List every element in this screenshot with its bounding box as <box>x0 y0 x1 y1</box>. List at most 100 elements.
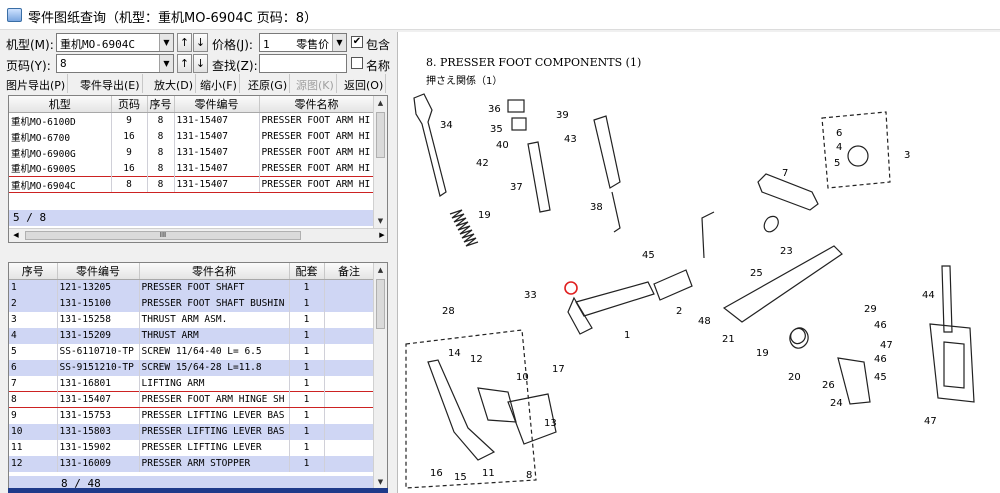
callout-13b[interactable]: 13 <box>544 418 557 429</box>
callout-31[interactable]: 34 <box>440 120 453 131</box>
table-row[interactable]: 11 131-15902 PRESSER LIFTING LEVER 1 <box>9 439 375 456</box>
table-row[interactable]: 重机MO-6900G 9 8 131-15407 PRESSER FOOT ARM HI <box>9 144 375 161</box>
callout-17[interactable]: 17 <box>552 364 565 375</box>
table-row[interactable]: 10 131-15803 PRESSER LIFTING LEVER BAS 1 <box>9 423 375 440</box>
zoom-in-button[interactable]: 放大(D) <box>150 74 197 93</box>
callout-12[interactable]: 12 <box>470 354 483 365</box>
callout-45-label[interactable]: 45 <box>874 372 887 383</box>
callout-4[interactable]: 4 <box>836 142 842 153</box>
model-prev-button[interactable]: ↑ <box>177 33 192 52</box>
callout-1[interactable]: 1 <box>624 330 630 341</box>
table-row[interactable]: 3 131-15258 THRUST ARM ASM. 1 <box>9 311 375 328</box>
chevron-down-icon[interactable]: ▼ <box>159 34 173 51</box>
scroll-thumb[interactable] <box>376 112 385 158</box>
column-header[interactable]: 配套 <box>289 263 325 280</box>
column-header[interactable]: 零件编号 <box>174 96 260 113</box>
table-row[interactable]: 7 131-16801 LIFTING ARM 1 <box>9 375 375 392</box>
callout-20[interactable]: 20 <box>788 372 801 383</box>
scroll-down-icon[interactable]: ▼ <box>374 214 387 228</box>
callout-19[interactable]: 19 <box>756 348 769 359</box>
column-header[interactable]: 页码 <box>111 96 148 113</box>
callout-8-label[interactable]: 8 <box>526 470 532 481</box>
callout-10[interactable]: 10 <box>516 372 529 383</box>
table-row[interactable]: 4 131-15209 THRUST ARM 1 <box>9 327 375 344</box>
callout-6[interactable]: 6 <box>836 128 842 139</box>
column-header[interactable]: 序号 <box>147 96 175 113</box>
callout-29[interactable]: 29 <box>864 304 877 315</box>
callout-40[interactable]: 45 <box>642 250 655 261</box>
include-checkbox[interactable]: ✔ <box>351 36 363 48</box>
column-header[interactable]: 零件名称 <box>139 263 290 280</box>
callout-33[interactable]: 35 <box>490 124 503 135</box>
callout-7[interactable]: 7 <box>782 168 788 179</box>
table-row-selected[interactable]: 8 131-15407 PRESSER FOOT ARM HINGE SH 1 <box>9 391 375 408</box>
name-checkbox[interactable] <box>351 57 363 69</box>
column-header[interactable]: 零件名称 <box>259 96 375 113</box>
scroll-left-icon[interactable]: ◀ <box>9 229 23 242</box>
callout-30[interactable]: 33 <box>524 290 537 301</box>
table-row[interactable]: 1 121-13205 PRESSER FOOT SHAFT 1 <box>9 279 375 296</box>
chevron-down-icon[interactable]: ▼ <box>332 34 346 51</box>
callout-37[interactable]: 40 <box>496 140 509 151</box>
back-button[interactable]: 返回(O) <box>340 74 387 93</box>
callout-28[interactable]: 28 <box>442 306 455 317</box>
callout-15[interactable]: 15 <box>454 472 467 483</box>
export-parts-button[interactable]: 零件导出(E) <box>76 74 143 93</box>
callout-35[interactable]: 37 <box>510 182 523 193</box>
callout-34[interactable]: 36 <box>488 104 501 115</box>
exploded-view-drawing[interactable]: 34 42 19 36 35 40 37 39 43 38 45 33 1 2 … <box>398 32 1000 493</box>
scroll-thumb[interactable] <box>376 279 385 329</box>
callout-2[interactable]: 2 <box>676 306 682 317</box>
scroll-right-icon[interactable]: ▶ <box>375 229 387 242</box>
models-horizontal-scrollbar[interactable]: ◀ III ▶ <box>9 228 387 242</box>
callout-46-label[interactable]: 46 <box>874 354 887 365</box>
scroll-up-icon[interactable]: ▲ <box>374 263 387 277</box>
table-row[interactable]: 重机MO-6100D 9 8 131-15407 PRESSER FOOT ARM HI <box>9 112 375 129</box>
callout-26[interactable]: 26 <box>822 380 835 391</box>
callout-21[interactable]: 21 <box>722 334 735 345</box>
table-row[interactable]: 12 131-16009 PRESSER ARM STOPPER 1 <box>9 455 375 472</box>
table-row-selected[interactable]: 重机MO-6904C 8 8 131-15407 PRESSER FOOT ARM HI <box>9 176 375 193</box>
page-next-button[interactable]: ↓ <box>193 54 208 73</box>
callout-5[interactable]: 5 <box>834 158 840 169</box>
table-row[interactable]: 5 SS-6110710-TP SCREW 11/64-40 L= 6.5 1 <box>9 343 375 360</box>
column-header[interactable]: 备注 <box>324 263 375 280</box>
model-next-button[interactable]: ↓ <box>193 33 208 52</box>
chevron-down-icon[interactable]: ▼ <box>159 55 173 72</box>
callout-24[interactable]: 24 <box>830 398 843 409</box>
table-row[interactable]: 9 131-15753 PRESSER LIFTING LEVER BAS 1 <box>9 407 375 424</box>
callout-48[interactable]: 48 <box>698 316 711 327</box>
table-row[interactable]: 重机MO-6700 16 8 131-15407 PRESSER FOOT ARM HI <box>9 128 375 145</box>
find-input[interactable] <box>259 54 347 73</box>
column-header[interactable]: 序号 <box>9 263 58 280</box>
parts-vertical-scrollbar[interactable]: ▲ ▼ <box>373 263 387 489</box>
callout-47-label[interactable]: 47 <box>924 416 937 427</box>
callout-36[interactable]: 39 <box>556 110 569 121</box>
callout-14[interactable]: 14 <box>448 348 461 359</box>
zoom-out-button[interactable]: 缩小(F) <box>196 74 240 93</box>
price-select[interactable]: 1 零售价 ▼ <box>259 33 347 52</box>
callout-32[interactable]: 38 <box>590 202 603 213</box>
callout-25[interactable]: 25 <box>750 268 763 279</box>
table-row[interactable]: 6 SS-9151210-TP SCREW 15/64-28 L=11.8 1 <box>9 359 375 376</box>
export-image-button[interactable]: 图片导出(P) <box>2 74 69 93</box>
model-select[interactable]: 重机MO-6904C ▼ <box>56 33 174 52</box>
parts-diagram-panel[interactable]: 8. PRESSER FOOT COMPONENTS (1) 押さえ関係（1） <box>397 32 1000 493</box>
scroll-down-icon[interactable]: ▼ <box>374 475 387 489</box>
callout-11[interactable]: 11 <box>482 468 495 479</box>
table-row[interactable]: 重机MO-6900S 16 8 131-15407 PRESSER FOOT ARM H… <box>9 160 375 177</box>
callout-42[interactable]: 44 <box>922 290 935 301</box>
page-prev-button[interactable]: ↑ <box>177 54 192 73</box>
callout-18[interactable]: 19 <box>478 210 491 221</box>
scroll-thumb[interactable]: III <box>25 231 301 240</box>
callout-39[interactable]: 43 <box>564 134 577 145</box>
column-header[interactable]: 机型 <box>9 96 112 113</box>
callout-44[interactable]: 47 <box>880 340 893 351</box>
source-image-button[interactable]: 源图(K) <box>292 74 337 93</box>
column-header[interactable]: 零件编号 <box>57 263 140 280</box>
restore-button[interactable]: 还原(G) <box>244 74 291 93</box>
callout-23[interactable]: 23 <box>780 246 793 257</box>
callout-3[interactable]: 3 <box>904 150 910 161</box>
scroll-up-icon[interactable]: ▲ <box>374 96 387 110</box>
table-row[interactable]: 2 131-15100 PRESSER FOOT SHAFT BUSHIN 1 <box>9 295 375 312</box>
